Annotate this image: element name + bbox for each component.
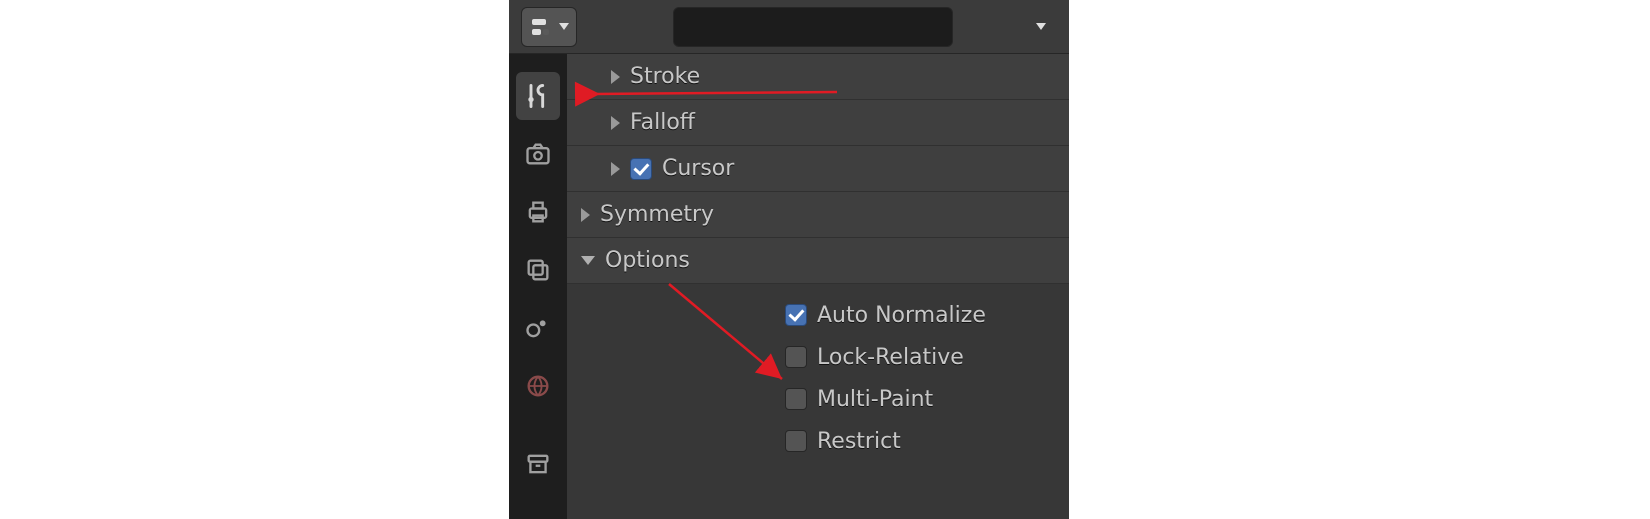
options-list: Auto Normalize Lock-Relative Multi-Paint…: [567, 284, 1069, 472]
tab-world[interactable]: [516, 362, 560, 410]
panel-label: Symmetry: [600, 202, 714, 227]
tab-scene[interactable]: [516, 304, 560, 352]
chevron-down-icon: [559, 23, 569, 30]
lock-relative-checkbox[interactable]: [785, 346, 807, 368]
editor-type-dropdown[interactable]: [521, 7, 577, 47]
search-input[interactable]: [686, 15, 951, 38]
tab-output[interactable]: [516, 188, 560, 236]
cursor-enable-checkbox[interactable]: [630, 158, 652, 180]
properties-header: [509, 0, 1069, 54]
tab-tool[interactable]: [516, 72, 560, 120]
disclosure-right-icon: [611, 116, 620, 130]
panel-symmetry[interactable]: Symmetry: [567, 192, 1069, 238]
auto-normalize-checkbox[interactable]: [785, 304, 807, 326]
options-dropdown[interactable]: [1021, 7, 1057, 47]
tab-viewlayer[interactable]: [516, 246, 560, 294]
camera-icon: [524, 140, 552, 168]
option-label: Auto Normalize: [817, 303, 986, 328]
option-auto-normalize[interactable]: Auto Normalize: [567, 294, 1069, 336]
option-multi-paint[interactable]: Multi-Paint: [567, 378, 1069, 420]
option-label: Restrict: [817, 429, 901, 454]
panel-falloff[interactable]: Falloff: [567, 100, 1069, 146]
disclosure-down-icon: [581, 256, 595, 265]
archive-icon: [524, 450, 552, 478]
panel-cursor[interactable]: Cursor: [567, 146, 1069, 192]
panel-label: Stroke: [630, 64, 700, 89]
disclosure-right-icon: [611, 162, 620, 176]
layers-icon: [524, 256, 552, 284]
disclosure-right-icon: [611, 70, 620, 84]
option-lock-relative[interactable]: Lock-Relative: [567, 336, 1069, 378]
scene-icon: [524, 314, 552, 342]
properties-tabs: [509, 54, 567, 519]
world-icon: [524, 372, 552, 400]
tool-icon: [524, 82, 552, 110]
printer-icon: [524, 198, 552, 226]
panel-stroke[interactable]: Stroke: [567, 54, 1069, 100]
panel-label: Cursor: [662, 156, 734, 181]
option-restrict[interactable]: Restrict: [567, 420, 1069, 462]
restrict-checkbox[interactable]: [785, 430, 807, 452]
search-box[interactable]: [673, 7, 953, 47]
option-label: Multi-Paint: [817, 387, 933, 412]
panel-options[interactable]: Options: [567, 238, 1069, 284]
properties-panel: Stroke Falloff Cursor Symmetry Options: [509, 0, 1069, 519]
multi-paint-checkbox[interactable]: [785, 388, 807, 410]
disclosure-right-icon: [581, 208, 590, 222]
tab-render[interactable]: [516, 130, 560, 178]
panel-label: Options: [605, 248, 690, 273]
properties-icon: [529, 15, 553, 39]
panel-label: Falloff: [630, 110, 695, 135]
chevron-down-icon: [1036, 23, 1046, 30]
tool-settings-content: Stroke Falloff Cursor Symmetry Options: [567, 54, 1069, 519]
option-label: Lock-Relative: [817, 345, 964, 370]
tab-object[interactable]: [516, 440, 560, 488]
